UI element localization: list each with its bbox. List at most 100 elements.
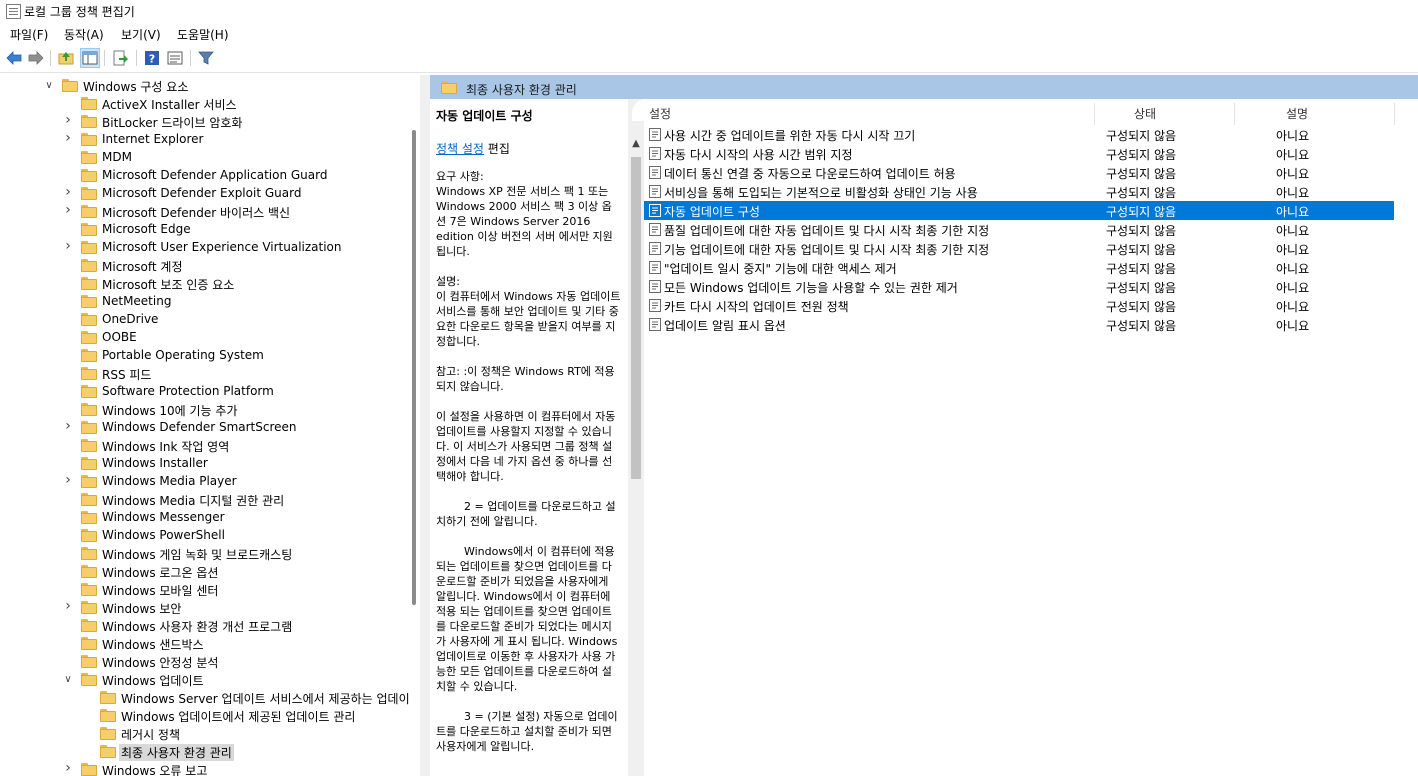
tree-item[interactable]: ActiveX Installer 서비스 (0, 95, 410, 113)
description-scrollbar[interactable]: ▲ (628, 99, 644, 776)
edit-policy-link[interactable]: 정책 설정 (436, 142, 484, 156)
column-divider[interactable] (1234, 103, 1235, 125)
tree-item-label: Software Protection Platform (102, 384, 274, 398)
policy-row[interactable]: 카트 다시 시작의 업데이트 전원 정책 구성되지 않음 아니요 (644, 296, 1394, 315)
chevron-right-icon[interactable]: › (63, 761, 73, 775)
menu-action[interactable]: 동작(A) (64, 26, 104, 43)
details-pane: 최종 사용자 환경 관리 자동 업데이트 구성 정책 설정 편집 요구 사항: … (430, 75, 1418, 776)
properties-icon[interactable] (166, 49, 184, 67)
back-arrow-icon[interactable] (5, 49, 23, 67)
policy-row[interactable]: 사용 시간 중 업데이트를 위한 자동 다시 시작 끄기 구성되지 않음 아니요 (644, 125, 1394, 144)
tree-item-label: Windows Ink 작업 영역 (102, 440, 230, 454)
chevron-right-icon[interactable]: › (63, 473, 73, 487)
tree-item[interactable]: Windows 로그온 옵션 (0, 563, 410, 581)
tree-item[interactable]: Windows 사용자 환경 개선 프로그램 (0, 617, 410, 635)
tree-item[interactable]: OOBE (0, 329, 410, 347)
tree-item[interactable]: ∨ Windows 업데이트 (0, 671, 410, 689)
policy-row[interactable]: 서비싱을 통해 도입되는 기본적으로 비활성화 상태인 기능 사용 구성되지 않음… (644, 182, 1394, 201)
tree-item[interactable]: Windows Server 업데이트 서비스에서 제공하는 업데이 (0, 689, 410, 707)
toolbar-separator (190, 50, 191, 66)
tree-item[interactable]: Software Protection Platform (0, 383, 410, 401)
chevron-down-icon[interactable]: ∨ (63, 674, 73, 686)
tree-item[interactable]: 최종 사용자 환경 관리 (0, 743, 410, 761)
export-list-icon[interactable] (111, 49, 129, 67)
policy-row[interactable]: 모든 Windows 업데이트 기능을 사용할 수 있는 권한 제거 구성되지 않… (644, 277, 1394, 296)
tree-item[interactable]: RSS 피드 (0, 365, 410, 383)
pane-splitter[interactable] (420, 75, 430, 776)
tree-item[interactable]: › Windows Defender SmartScreen (0, 419, 410, 437)
chevron-right-icon[interactable]: › (63, 203, 73, 217)
tree-item[interactable]: Windows 안정성 분석 (0, 653, 410, 671)
chevron-down-icon[interactable]: ∨ (44, 80, 54, 92)
tree-item[interactable]: Windows 게임 녹화 및 브로드캐스팅 (0, 545, 410, 563)
scroll-up-icon[interactable]: ▲ (631, 139, 641, 149)
menu-view[interactable]: 보기(V) (121, 26, 161, 43)
policy-row[interactable]: 업데이트 알림 표시 옵션 구성되지 않음 아니요 (644, 315, 1394, 334)
tree-item[interactable]: Microsoft Defender Application Guard (0, 167, 410, 185)
tree-item[interactable]: Microsoft 보조 인증 요소 (0, 275, 410, 293)
tree-item[interactable]: Windows 샌드박스 (0, 635, 410, 653)
tree-item[interactable]: MDM (0, 149, 410, 167)
policy-row[interactable]: "업데이트 일시 중지" 기능에 대한 액세스 제거 구성되지 않음 아니요 (644, 258, 1394, 277)
tree-item[interactable]: Microsoft 계정 (0, 257, 410, 275)
help-icon[interactable]: ? (143, 49, 161, 67)
show-hide-tree-icon[interactable] (80, 48, 100, 68)
chevron-right-icon[interactable]: › (63, 239, 73, 253)
tree-item[interactable]: Windows 모바일 센터 (0, 581, 410, 599)
tree-item[interactable]: OneDrive (0, 311, 410, 329)
tree-item[interactable]: Portable Operating System (0, 347, 410, 365)
description-scrollbar-thumb[interactable] (631, 157, 641, 479)
column-header-state[interactable]: 상태 (1134, 105, 1156, 125)
column-divider[interactable] (1394, 103, 1395, 125)
policy-note: 아니요 (1276, 205, 1310, 219)
tree-item-label: Microsoft Edge (102, 222, 191, 236)
policy-row[interactable]: 자동 다시 시작의 사용 시간 범위 지정 구성되지 않음 아니요 (644, 144, 1394, 163)
tree-item-label: Windows Media Player (102, 474, 237, 488)
chevron-right-icon[interactable]: › (63, 113, 73, 127)
tree-item[interactable]: › BitLocker 드라이브 암호화 (0, 113, 410, 131)
policy-row[interactable]: 품질 업데이트에 대한 자동 업데이트 및 다시 시작 최종 기한 지정 구성되지… (644, 220, 1394, 239)
folder-icon (81, 385, 97, 398)
tree-item-label: Windows Media 디지털 권한 관리 (102, 494, 285, 508)
policy-row[interactable]: 기능 업데이트에 대한 자동 업데이트 및 다시 시작 최종 기한 지정 구성되지… (644, 239, 1394, 258)
tree-item[interactable]: › Windows 오류 보고 (0, 761, 410, 776)
up-folder-icon[interactable] (57, 49, 75, 67)
column-header-setting[interactable]: 설정 (649, 105, 671, 125)
tree-item[interactable]: Microsoft Edge (0, 221, 410, 239)
tree-item[interactable]: NetMeeting (0, 293, 410, 311)
tree-item[interactable]: › Microsoft Defender 바이러스 백신 (0, 203, 410, 221)
tree-item[interactable]: Windows Messenger (0, 509, 410, 527)
tree-item[interactable]: › Internet Explorer (0, 131, 410, 149)
column-header-note[interactable]: 설명 (1286, 105, 1308, 125)
tree-item[interactable]: 레거시 정책 (0, 725, 410, 743)
tree-scrollbar[interactable] (410, 75, 418, 776)
tree-item[interactable]: ∨ Windows 구성 요소 (0, 77, 410, 95)
policy-row[interactable]: 자동 업데이트 구성 구성되지 않음 아니요 (644, 201, 1394, 220)
tree-item[interactable]: › Windows 보안 (0, 599, 410, 617)
chevron-right-icon[interactable]: › (63, 599, 73, 613)
tree-item-label: MDM (102, 150, 132, 164)
chevron-right-icon[interactable]: › (63, 419, 73, 433)
filter-icon[interactable] (197, 49, 215, 67)
chevron-right-icon[interactable]: › (63, 131, 73, 145)
tree-item[interactable]: Windows 업데이트에서 제공된 업데이트 관리 (0, 707, 410, 725)
folder-icon (81, 277, 97, 290)
forward-arrow-icon[interactable] (27, 49, 45, 67)
menu-help[interactable]: 도움말(H) (177, 26, 229, 43)
tree-item[interactable]: Windows Ink 작업 영역 (0, 437, 410, 455)
policy-row[interactable]: 데이터 통신 연결 중 자동으로 다운로드하여 업데이트 허용 구성되지 않음 아니… (644, 163, 1394, 182)
policy-note: 아니요 (1276, 300, 1310, 314)
tree-scrollbar-thumb[interactable] (412, 130, 416, 605)
tree-item[interactable]: › Windows Media Player (0, 473, 410, 491)
column-divider[interactable] (1094, 103, 1095, 125)
policy-state: 구성되지 않음 (1106, 319, 1177, 333)
tree-item[interactable]: › Microsoft User Experience Virtualizatio… (0, 239, 410, 257)
tree-item[interactable]: Windows PowerShell (0, 527, 410, 545)
tree-item[interactable]: › Microsoft Defender Exploit Guard (0, 185, 410, 203)
folder-icon (81, 97, 97, 110)
tree-item[interactable]: Windows 10에 기능 추가 (0, 401, 410, 419)
chevron-right-icon[interactable]: › (63, 185, 73, 199)
tree-item[interactable]: Windows Installer (0, 455, 410, 473)
menu-file[interactable]: 파일(F) (10, 26, 48, 43)
tree-item[interactable]: Windows Media 디지털 권한 관리 (0, 491, 410, 509)
